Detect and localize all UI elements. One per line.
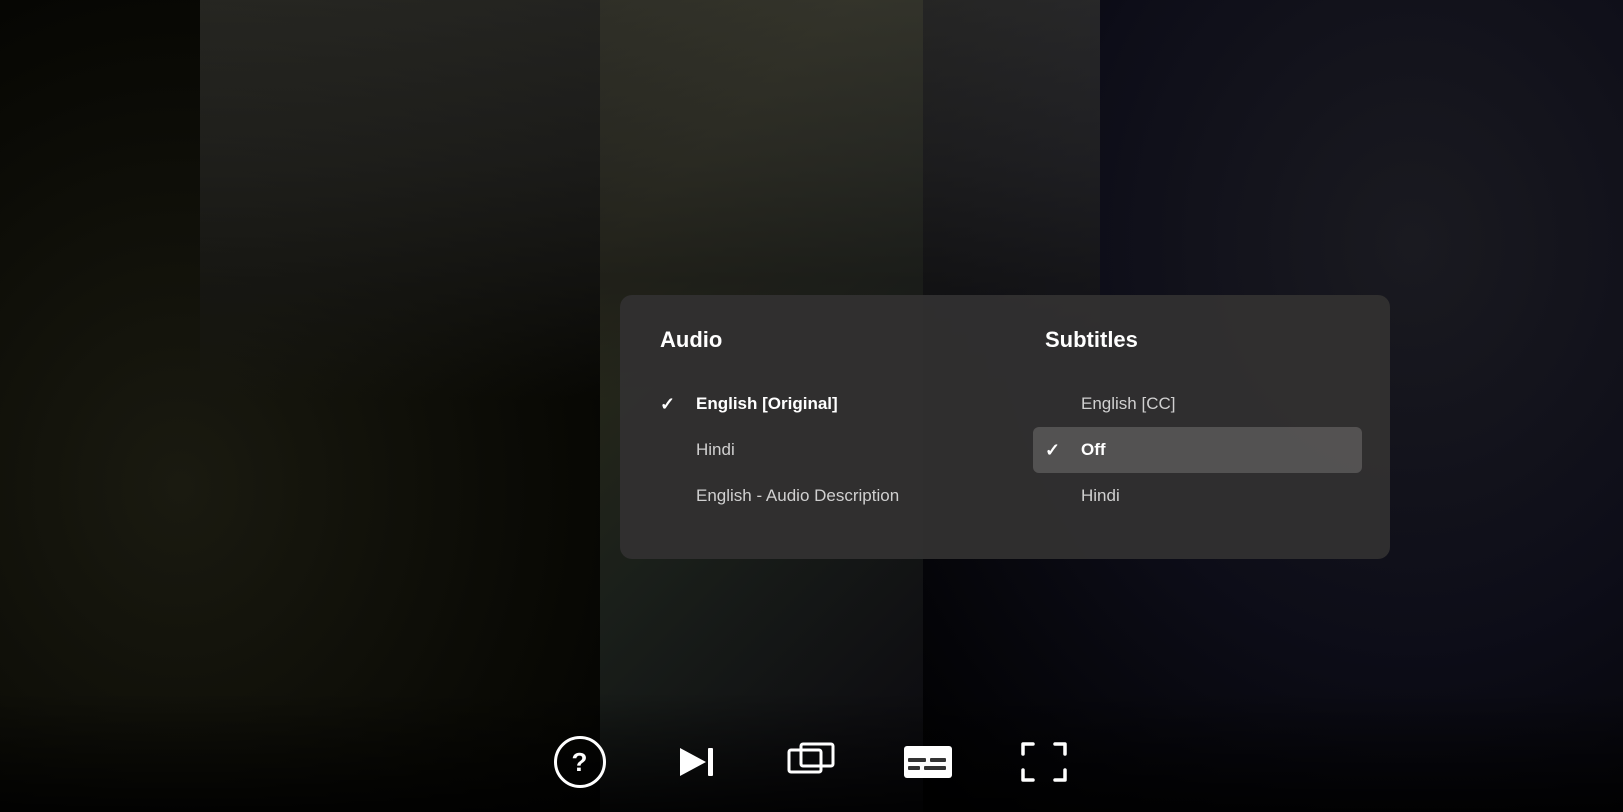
fullscreen-icon <box>1021 740 1067 784</box>
subtitles-heading: Subtitles <box>1045 327 1350 353</box>
episodes-icon <box>787 740 837 784</box>
subtitle-option-label: Off <box>1081 440 1106 460</box>
audio-option-label: Hindi <box>696 440 735 460</box>
subtitle-option-hindi[interactable]: Hindi <box>1045 473 1350 519</box>
subtitle-option-off[interactable]: ✓ Off <box>1033 427 1362 473</box>
skip-next-button[interactable] <box>668 734 724 790</box>
controls-bar: ? <box>0 722 1623 812</box>
subtitles-icon <box>902 740 954 784</box>
fullscreen-button[interactable] <box>1016 734 1072 790</box>
subtitle-option-label: Hindi <box>1081 486 1120 506</box>
audio-section: Audio ✓ English [Original] Hindi English… <box>660 327 1005 519</box>
audio-option-hindi[interactable]: Hindi <box>660 427 965 473</box>
subtitles-button[interactable] <box>900 734 956 790</box>
episodes-button[interactable] <box>784 734 840 790</box>
audio-heading: Audio <box>660 327 965 353</box>
subtitle-option-english-cc[interactable]: English [CC] <box>1045 381 1350 427</box>
audio-option-english-ad[interactable]: English - Audio Description <box>660 473 965 519</box>
audio-subtitles-dialog: Audio ✓ English [Original] Hindi English… <box>620 295 1390 559</box>
skip-next-icon <box>674 740 718 784</box>
audio-option-label: English [Original] <box>696 394 838 414</box>
subtitle-option-label: English [CC] <box>1081 394 1175 414</box>
audio-option-english-original[interactable]: ✓ English [Original] <box>660 381 965 427</box>
help-button[interactable]: ? <box>552 734 608 790</box>
audio-option-label: English - Audio Description <box>696 486 899 506</box>
help-icon: ? <box>554 736 606 788</box>
subtitles-section: Subtitles English [CC] ✓ Off Hindi <box>1005 327 1350 519</box>
check-icon: ✓ <box>1045 440 1065 461</box>
check-icon: ✓ <box>660 394 680 415</box>
